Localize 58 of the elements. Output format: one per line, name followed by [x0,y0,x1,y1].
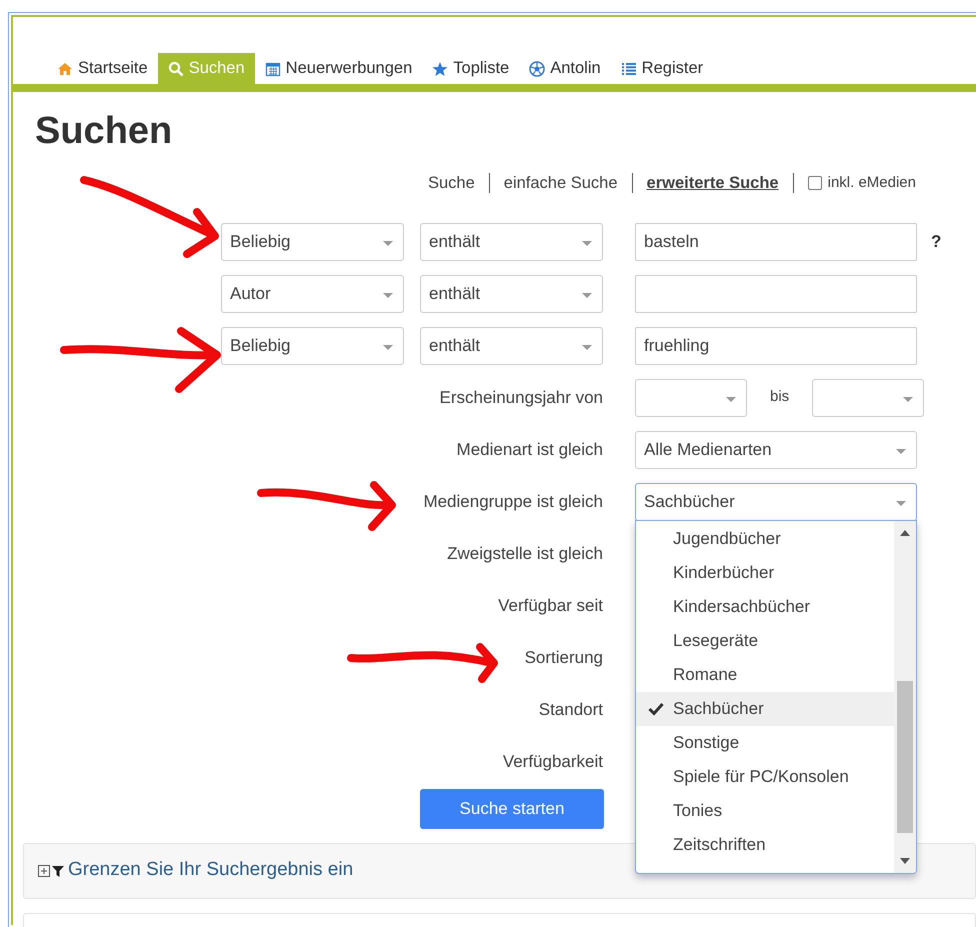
dropdown-option[interactable]: Zeitschriften [636,828,894,862]
dropdown-option[interactable]: Spiele für PC/Konsolen [636,760,894,794]
search-mode-link[interactable]: Suche [414,173,490,194]
list-icon [620,60,637,76]
field-label: Verfügbar seit [498,596,603,615]
help-mark[interactable]: ? [931,228,942,254]
refine-link[interactable]: Grenzen Sie Ihr Suchergebnis ein [68,856,354,885]
field-label: Erscheinungsjahr von [440,388,603,407]
dropdown-select[interactable]: Sachbücher [635,482,917,520]
field-select[interactable]: Beliebig [221,222,404,260]
dropdown-option[interactable]: Sachbücher [636,692,894,726]
nav-tab[interactable]: Register [610,53,714,84]
house-icon [57,60,73,76]
search-input[interactable]: basteln [635,222,917,260]
year-to-select[interactable] [812,378,924,416]
dropdown-option[interactable]: Lesegeräte [636,624,894,658]
field-label: Zweigstelle ist gleich [447,544,603,563]
search-input[interactable] [635,274,917,312]
field-label: Standort [538,700,603,719]
dropdown-option[interactable]: Jugendbücher [636,522,894,556]
check-icon [648,702,664,716]
field-label: Verfügbarkeit [502,752,603,771]
nav-tab[interactable]: Antolin [519,53,611,84]
field-label: Sortierung [524,648,603,667]
dropdown-option[interactable]: Romane [636,658,894,692]
operator-select[interactable]: enthält [420,326,603,364]
search-input[interactable]: fruehling [635,326,917,364]
nav-tab[interactable]: Startseite [47,53,158,84]
field-label: Medienart ist gleich [456,440,603,459]
nav-tab[interactable]: Topliste [422,53,520,84]
ball-icon [529,60,546,76]
star-icon [432,60,448,76]
nav-tab[interactable]: Neuerwerbungen [254,53,422,84]
dropdown-option[interactable]: Kinderbücher [636,556,894,590]
filter-icon [52,864,64,876]
scrollbar[interactable] [894,520,916,872]
search-mode-link[interactable]: erweiterte Suche [632,173,794,194]
dropdown-option[interactable]: Tonies [636,794,894,828]
operator-select[interactable]: enthält [420,274,603,312]
search-button[interactable]: Suche starten [420,788,604,828]
to-label: bis [770,387,790,408]
page-title: Suchen [35,112,174,150]
scroll-down-icon [899,856,911,864]
field-select[interactable]: Autor [221,274,404,312]
search-icon [168,60,184,76]
scroll-up-icon [899,528,911,536]
dropdown-option[interactable]: Sonstige [636,726,894,760]
search-mode-link[interactable]: einfache Suche [490,173,633,194]
year-from-select[interactable] [635,378,747,416]
dropdown-option[interactable]: Kindersachbücher [636,590,894,624]
field-label: Mediengruppe ist gleich [423,492,603,511]
expand-icon [38,864,50,876]
calendar-icon [264,60,281,76]
emedia-checkbox[interactable]: inkl. eMedien [794,172,916,194]
scrollbar-thumb[interactable] [897,680,913,832]
operator-select[interactable]: enthält [420,222,603,260]
dropdown-select[interactable]: Alle Medienarten [635,430,917,468]
field-select[interactable]: Beliebig [221,326,404,364]
